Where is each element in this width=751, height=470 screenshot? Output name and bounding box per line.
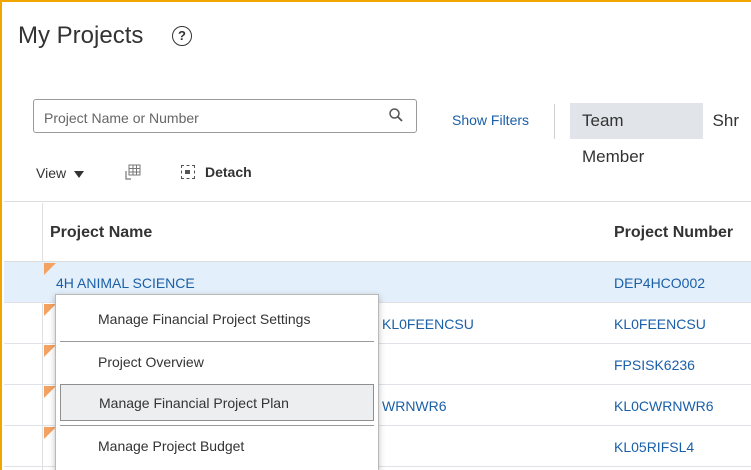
column-header-project-name[interactable]: Project Name: [50, 224, 152, 242]
menu-separator: [60, 425, 374, 426]
search-icon[interactable]: [388, 107, 404, 123]
help-icon[interactable]: ?: [172, 26, 192, 46]
project-number-link[interactable]: FPSISK6236: [614, 357, 695, 373]
caret-down-icon: [74, 170, 85, 178]
search-box[interactable]: [33, 99, 417, 133]
project-number-link[interactable]: KL05RIFSL4: [614, 439, 694, 455]
context-menu: Manage Financial Project Settings Projec…: [55, 294, 379, 470]
project-number-link[interactable]: KL0CWRNWR6: [614, 398, 714, 414]
show-filters-link[interactable]: Show Filters: [452, 112, 529, 128]
project-number-link[interactable]: DEP4HCO002: [614, 275, 705, 291]
segment-team-member[interactable]: Team Member: [570, 103, 703, 166]
row-flag-icon: [44, 263, 56, 275]
column-header-project-number[interactable]: Project Number: [614, 224, 733, 242]
projects-panel: My Projects ? Show Filters Team Member S…: [0, 0, 751, 470]
toolbar-divider: [4, 201, 751, 202]
divider: [554, 104, 555, 139]
detach-icon: [181, 165, 195, 179]
detach-button[interactable]: Detach: [181, 164, 252, 180]
project-number-link[interactable]: KL0FEENCSU: [614, 316, 706, 332]
menu-separator: [60, 341, 374, 342]
search-input[interactable]: [42, 107, 376, 129]
segment-shared[interactable]: Shr: [702, 103, 751, 139]
project-name-link[interactable]: KL0FEENCSU: [382, 316, 474, 332]
view-menu-button[interactable]: View: [36, 165, 85, 181]
detach-label: Detach: [205, 164, 252, 180]
menu-item-manage-financial-project-plan[interactable]: Manage Financial Project Plan: [60, 384, 374, 421]
menu-item-project-overview[interactable]: Project Overview: [60, 344, 374, 381]
menu-item-manage-project-budget[interactable]: Manage Project Budget: [60, 428, 374, 465]
view-label: View: [36, 165, 67, 181]
menu-item-manage-financial-project-settings[interactable]: Manage Financial Project Settings: [60, 301, 374, 338]
project-name-link[interactable]: 4H ANIMAL SCIENCE: [56, 275, 195, 291]
project-name-link[interactable]: WRNWR6: [382, 398, 447, 414]
freeze-columns-icon[interactable]: [124, 163, 142, 181]
role-segmented-control: Team Member Shr: [570, 103, 751, 166]
page-title: My Projects: [18, 22, 144, 49]
